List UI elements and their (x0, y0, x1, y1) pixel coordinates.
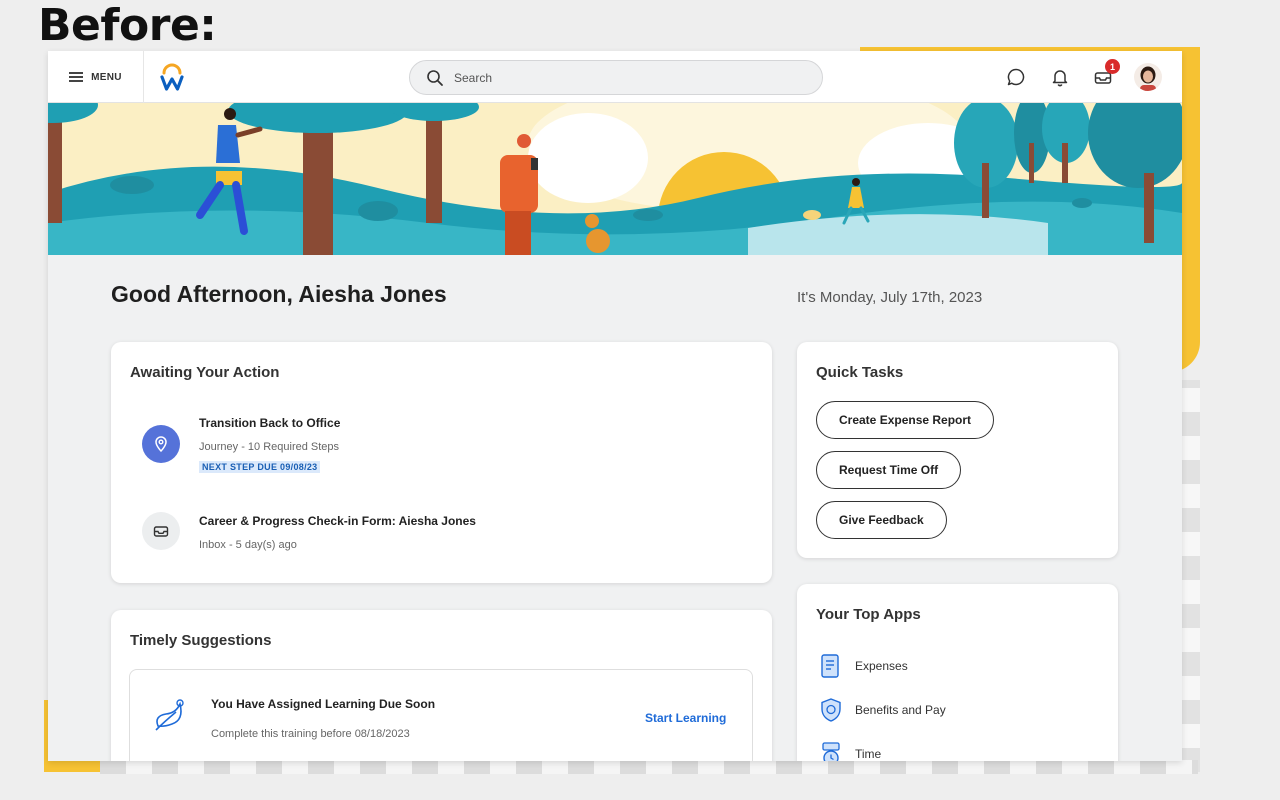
transparency-pattern-bottom (100, 760, 1198, 774)
search-bar[interactable] (409, 60, 823, 95)
expenses-icon (821, 654, 839, 678)
notification-badge: 1 (1105, 59, 1120, 74)
date-text: It's Monday, July 17th, 2023 (797, 289, 983, 306)
awaiting-action-card: Awaiting Your Action Transition Back to … (111, 342, 772, 583)
app-label: Benefits and Pay (855, 703, 946, 717)
inbox-icon (142, 512, 180, 550)
top-navigation-bar: MENU 1 (48, 51, 1182, 103)
welcome-banner-illustration (48, 103, 1182, 255)
workday-logo-icon[interactable] (158, 62, 186, 92)
search-input[interactable] (454, 70, 794, 85)
give-feedback-button[interactable]: Give Feedback (816, 501, 947, 539)
menu-button[interactable]: MENU (48, 51, 144, 103)
chat-icon[interactable] (1005, 66, 1027, 88)
transparency-pattern-right (1180, 380, 1200, 772)
start-learning-link[interactable]: Start Learning (645, 711, 726, 725)
due-date-tag: NEXT STEP DUE 09/08/23 (199, 461, 321, 473)
card-title: Your Top Apps (816, 606, 921, 623)
location-pin-icon (142, 425, 180, 463)
request-time-off-button[interactable]: Request Time Off (816, 451, 962, 489)
item-subtitle: Journey - 10 Required Steps (199, 441, 340, 453)
app-link-expenses[interactable]: Expenses (819, 653, 908, 679)
user-avatar[interactable] (1134, 63, 1162, 91)
before-caption: Before: (38, 0, 217, 51)
app-link-time[interactable]: Time (819, 741, 881, 761)
learning-icon (155, 699, 184, 731)
app-label: Expenses (855, 659, 908, 673)
item-title[interactable]: Transition Back to Office (199, 416, 340, 430)
timely-suggestions-card: Timely Suggestions You Have Assigned Lea… (111, 610, 772, 761)
app-label: Time (855, 747, 882, 761)
menu-label: MENU (91, 71, 122, 83)
create-expense-report-button[interactable]: Create Expense Report (816, 401, 995, 439)
top-apps-card: Your Top Apps Expenses Benefits and Pay (797, 584, 1118, 761)
card-title: Awaiting Your Action (130, 364, 280, 381)
greeting-heading: Good Afternoon, Aiesha Jones (111, 281, 447, 307)
hamburger-icon (69, 72, 84, 82)
item-subtitle: Inbox - 5 day(s) ago (199, 539, 297, 551)
app-link-benefits-and-pay[interactable]: Benefits and Pay (819, 697, 946, 723)
suggestion-item: You Have Assigned Learning Due Soon Comp… (129, 669, 753, 761)
item-title[interactable]: Career & Progress Check-in Form: Aiesha … (199, 514, 476, 528)
suggestion-title: You Have Assigned Learning Due Soon (211, 697, 436, 711)
card-title: Timely Suggestions (130, 632, 272, 649)
benefits-shield-icon (821, 698, 841, 722)
search-icon (427, 69, 443, 86)
time-icon (822, 742, 840, 761)
card-title: Quick Tasks (816, 364, 904, 381)
bell-icon[interactable] (1049, 66, 1071, 88)
quick-tasks-card: Quick Tasks Create Expense Report Reques… (797, 342, 1118, 558)
workday-home-window: MENU 1 (48, 51, 1182, 761)
suggestion-subtitle: Complete this training before 08/18/2023 (211, 728, 410, 740)
